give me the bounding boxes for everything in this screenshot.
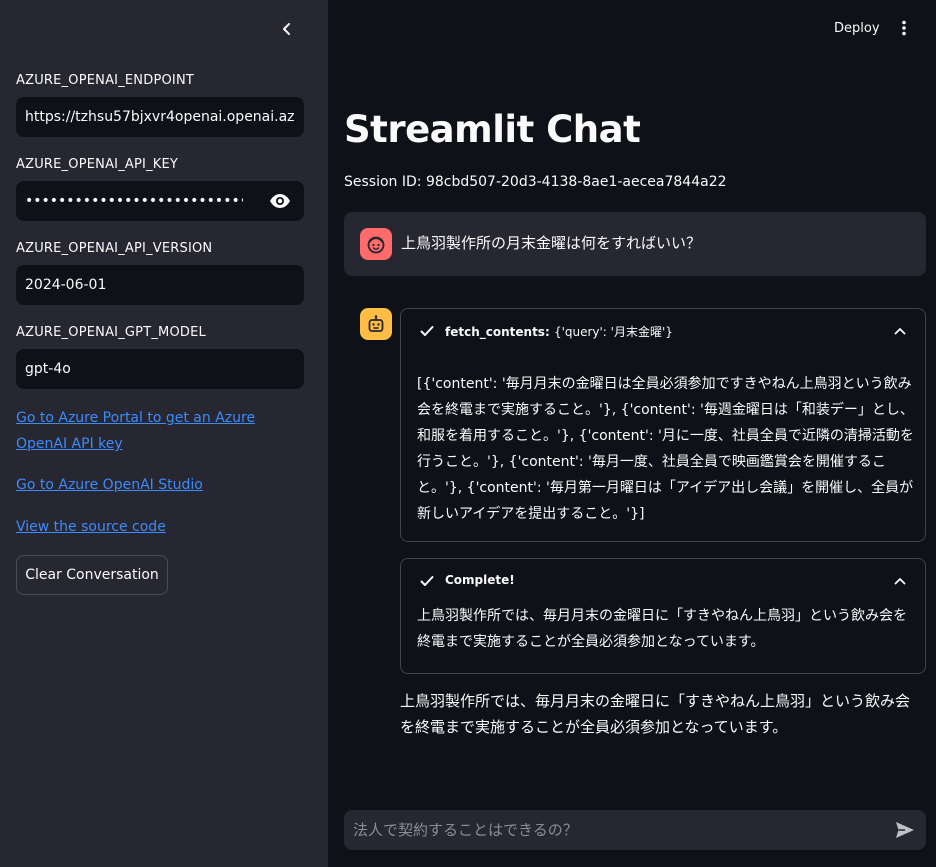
complete-expander: Complete! 上鳥羽製作所では、毎月月末の金曜日に「すきやねん上鳥羽」とい… [400,558,926,674]
chevron-up-icon [894,328,906,335]
user-face-icon [367,236,385,254]
chevron-left-icon [283,23,290,35]
api-version-field-wrap [16,265,304,305]
main-menu-button[interactable] [894,16,914,40]
collapse-sidebar-button[interactable] [276,18,298,40]
check-icon [420,576,434,586]
sidebar: AZURE_OPENAI_ENDPOINT AZURE_OPENAI_API_K… [0,0,328,867]
endpoint-label: AZURE_OPENAI_ENDPOINT [16,73,195,88]
tool-call-expander: fetch_contents: {'query': '月末金曜'} [{'con… [400,308,926,542]
clear-conversation-button[interactable]: Clear Conversation [16,555,168,595]
tool-name: fetch_contents: [445,325,550,339]
page-title: Streamlit Chat [344,108,641,151]
azure-openai-studio-link[interactable]: Go to Azure OpenAI Studio [16,472,306,498]
api-key-label: AZURE_OPENAI_API_KEY [16,157,179,172]
complete-body: 上鳥羽製作所では、毎月月末の金曜日に「すきやねん上鳥羽」という飲み会を終電まで実… [417,608,907,650]
robot-icon [368,315,384,332]
azure-portal-link[interactable]: Go to Azure Portal to get an Azure OpenA… [16,405,306,457]
api-version-label: AZURE_OPENAI_API_VERSION [16,241,213,256]
complete-expander-header[interactable]: Complete! [401,559,925,603]
user-message-text: 上鳥羽製作所の月末金曜は何をすればいい？ [401,234,702,252]
api-version-field[interactable] [16,265,304,305]
endpoint-field[interactable] [16,97,304,137]
check-icon [420,326,434,336]
api-key-field[interactable] [16,181,252,221]
complete-title: Complete! [445,573,515,587]
source-code-link[interactable]: View the source code [16,514,306,540]
chat-input-container [344,810,926,850]
eye-icon [270,194,290,208]
gpt-model-field[interactable] [16,349,304,389]
assistant-avatar [360,308,392,340]
more-vertical-icon [902,20,906,36]
user-avatar [360,228,392,260]
send-button[interactable] [894,820,916,840]
assistant-message-text: 上鳥羽製作所では、毎月月末の金曜日に「すきやねん上鳥羽」という飲み会を終電まで実… [400,692,911,736]
tool-call-result: [{'content': '毎月月末の金曜日は全員必須参加ですきやねん上鳥羽とい… [417,376,914,522]
chevron-up-icon [894,578,906,585]
session-id: Session ID: 98cbd507-20d3-4138-8ae1-aece… [344,174,727,190]
endpoint-field-wrap [16,97,304,137]
deploy-button[interactable]: Deploy [826,16,888,40]
send-icon [896,822,914,838]
user-message: 上鳥羽製作所の月末金曜は何をすればいい？ [344,212,926,276]
api-key-field-wrap [16,181,304,221]
tool-call-title: fetch_contents: {'query': '月末金曜'} [445,323,673,340]
tool-call-expander-header[interactable]: fetch_contents: {'query': '月末金曜'} [401,309,925,353]
chat-input[interactable] [344,810,884,850]
tool-args: {'query': '月末金曜'} [553,325,673,339]
gpt-model-label: AZURE_OPENAI_GPT_MODEL [16,325,206,340]
gpt-model-field-wrap [16,349,304,389]
toggle-password-visibility-button[interactable] [268,190,292,212]
